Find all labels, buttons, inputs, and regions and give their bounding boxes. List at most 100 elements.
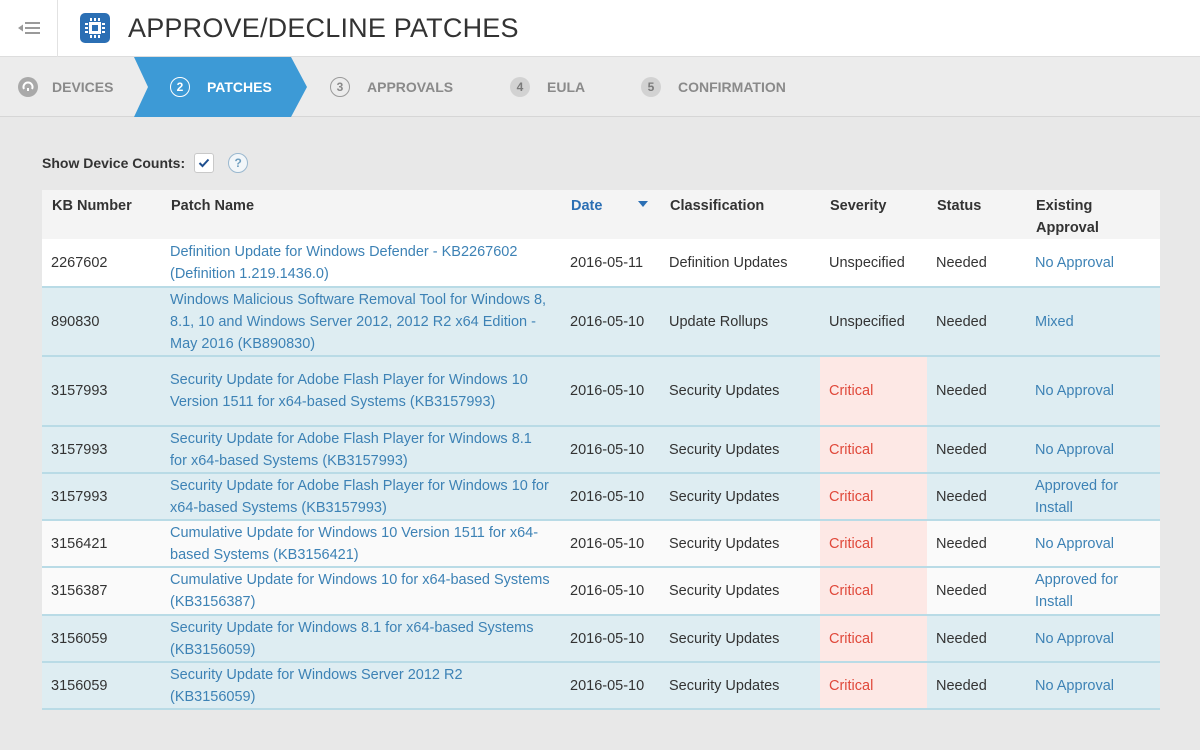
- severity-cell: Unspecified: [820, 287, 927, 357]
- classification-cell: Security Updates: [660, 567, 820, 616]
- approval-link[interactable]: Approved for Install: [1026, 567, 1160, 616]
- step-confirmation[interactable]: 5 CONFIRMATION: [641, 57, 786, 117]
- date-cell: 2016-05-10: [561, 426, 660, 474]
- kb-cell: 890830: [42, 287, 161, 357]
- step-number: 4: [510, 77, 530, 97]
- classification-cell: Update Rollups: [660, 287, 820, 357]
- table-row[interactable]: 3156059 Security Update for Windows Serv…: [42, 662, 1160, 710]
- main-content: Show Device Counts: ? KB Number Patch Na…: [0, 150, 1200, 710]
- status-cell: Needed: [927, 356, 1026, 427]
- status-cell: Needed: [927, 520, 1026, 568]
- kb-cell: 3157993: [42, 356, 161, 427]
- kb-cell: 3156059: [42, 662, 161, 710]
- step-patches[interactable]: 2 PATCHES: [170, 57, 272, 117]
- approval-link[interactable]: No Approval: [1026, 520, 1160, 568]
- patch-name-link[interactable]: Security Update for Adobe Flash Player f…: [161, 473, 561, 521]
- date-cell: 2016-05-10: [561, 473, 660, 521]
- date-cell: 2016-05-10: [561, 287, 660, 357]
- patch-name-link[interactable]: Cumulative Update for Windows 10 Version…: [161, 520, 561, 568]
- page-header: APPROVE/DECLINE PATCHES: [0, 0, 1200, 57]
- severity-cell: Critical: [820, 473, 927, 521]
- step-label: EULA: [547, 79, 586, 95]
- status-cell: Needed: [927, 567, 1026, 616]
- status-cell: Needed: [927, 239, 1026, 288]
- patch-name-link[interactable]: Cumulative Update for Windows 10 for x64…: [161, 567, 561, 616]
- table-row[interactable]: 3157993 Security Update for Adobe Flash …: [42, 473, 1160, 521]
- status-cell: Needed: [927, 426, 1026, 474]
- step-label: APPROVALS: [367, 79, 454, 95]
- patch-name-link[interactable]: Security Update for Windows Server 2012 …: [161, 662, 561, 710]
- step-label: PATCHES: [207, 79, 272, 95]
- step-number: 2: [170, 77, 190, 97]
- show-device-counts-label: Show Device Counts:: [42, 155, 186, 171]
- approval-link[interactable]: No Approval: [1026, 615, 1160, 663]
- table-row[interactable]: 3157993 Security Update for Adobe Flash …: [42, 426, 1160, 474]
- table-row[interactable]: 890830 Windows Malicious Software Remova…: [42, 287, 1160, 357]
- approval-link[interactable]: Approved for Install: [1026, 473, 1160, 521]
- step-number: 3: [330, 77, 350, 97]
- help-icon[interactable]: ?: [228, 153, 249, 173]
- kb-cell: 2267602: [42, 239, 161, 288]
- severity-cell: Critical: [820, 520, 927, 568]
- classification-cell: Security Updates: [660, 615, 820, 663]
- approval-link[interactable]: No Approval: [1026, 426, 1160, 474]
- devices-step-icon: [18, 77, 38, 97]
- patch-name-link[interactable]: Security Update for Adobe Flash Player f…: [161, 356, 561, 427]
- kb-cell: 3156421: [42, 520, 161, 568]
- classification-cell: Security Updates: [660, 356, 820, 427]
- col-header-classification[interactable]: Classification: [660, 190, 820, 239]
- col-header-patch-name[interactable]: Patch Name: [161, 190, 561, 239]
- col-header-status[interactable]: Status: [927, 190, 1026, 239]
- date-cell: 2016-05-10: [561, 356, 660, 427]
- table-row[interactable]: 3157993 Security Update for Adobe Flash …: [42, 356, 1160, 427]
- classification-cell: Security Updates: [660, 662, 820, 710]
- date-cell: 2016-05-10: [561, 662, 660, 710]
- classification-cell: Definition Updates: [660, 239, 820, 288]
- show-device-counts-checkbox[interactable]: [194, 153, 215, 173]
- classification-cell: Security Updates: [660, 426, 820, 474]
- table-row[interactable]: 2267602 Definition Update for Windows De…: [42, 239, 1160, 288]
- date-cell: 2016-05-10: [561, 567, 660, 616]
- checkmark-icon: [198, 158, 210, 168]
- patch-name-link[interactable]: Security Update for Windows 8.1 for x64-…: [161, 615, 561, 663]
- sort-desc-icon: [638, 201, 649, 208]
- kb-cell: 3157993: [42, 473, 161, 521]
- status-cell: Needed: [927, 473, 1026, 521]
- page-title: APPROVE/DECLINE PATCHES: [128, 12, 519, 43]
- table-row[interactable]: 3156059 Security Update for Windows 8.1 …: [42, 615, 1160, 663]
- approval-link[interactable]: No Approval: [1026, 356, 1160, 427]
- classification-cell: Security Updates: [660, 520, 820, 568]
- patch-name-link[interactable]: Windows Malicious Software Removal Tool …: [161, 287, 561, 357]
- table-row[interactable]: 3156421 Cumulative Update for Windows 10…: [42, 520, 1160, 568]
- classification-cell: Security Updates: [660, 473, 820, 521]
- severity-cell: Unspecified: [820, 239, 927, 288]
- kb-cell: 3156387: [42, 567, 161, 616]
- col-header-kb[interactable]: KB Number: [42, 190, 161, 239]
- step-eula[interactable]: 4 EULA: [510, 57, 585, 117]
- col-header-existing-approval[interactable]: Existing Approval: [1026, 190, 1160, 239]
- date-cell: 2016-05-10: [561, 615, 660, 663]
- col-header-severity[interactable]: Severity: [820, 190, 927, 239]
- approval-link[interactable]: No Approval: [1026, 662, 1160, 710]
- wizard-steps: DEVICES 2 PATCHES 3 APPROVALS 4 EULA 5 C…: [0, 57, 1200, 117]
- menu-toggle-button[interactable]: [0, 0, 58, 57]
- date-cell: 2016-05-10: [561, 520, 660, 568]
- severity-cell: Critical: [820, 426, 927, 474]
- step-label: DEVICES: [52, 79, 114, 95]
- approval-link[interactable]: Mixed: [1026, 287, 1160, 357]
- patch-name-link[interactable]: Security Update for Adobe Flash Player f…: [161, 426, 561, 474]
- patch-name-link[interactable]: Definition Update for Windows Defender -…: [161, 239, 561, 288]
- kb-cell: 3156059: [42, 615, 161, 663]
- kb-cell: 3157993: [42, 426, 161, 474]
- table-row[interactable]: 3156387 Cumulative Update for Windows 10…: [42, 567, 1160, 616]
- patch-chip-icon: [80, 13, 110, 43]
- step-label: CONFIRMATION: [678, 79, 786, 95]
- approval-link[interactable]: No Approval: [1026, 239, 1160, 288]
- step-devices[interactable]: DEVICES: [18, 57, 113, 117]
- status-cell: Needed: [927, 662, 1026, 710]
- menu-icon: [17, 22, 40, 34]
- status-cell: Needed: [927, 615, 1026, 663]
- device-counts-option: Show Device Counts: ?: [42, 150, 1160, 176]
- col-header-date[interactable]: Date: [561, 190, 660, 239]
- step-approvals[interactable]: 3 APPROVALS: [330, 57, 453, 117]
